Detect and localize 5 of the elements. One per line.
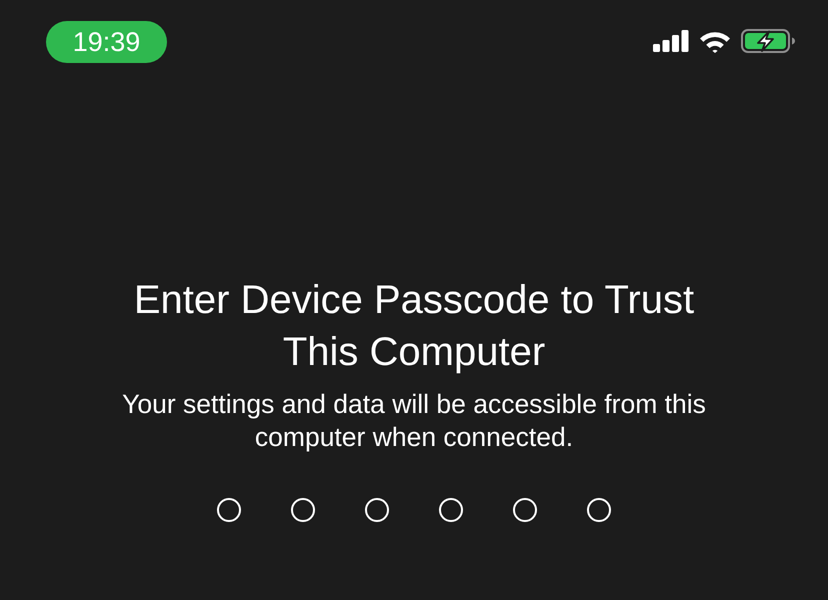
time-pill: 19:39 (46, 21, 167, 63)
prompt-title: Enter Device Passcode to Trust This Computer (132, 277, 696, 376)
prompt-message: Your settings and data will be accessible from this computer when connected. (121, 388, 707, 454)
signal-icon (653, 30, 689, 52)
wifi-icon (699, 30, 731, 52)
